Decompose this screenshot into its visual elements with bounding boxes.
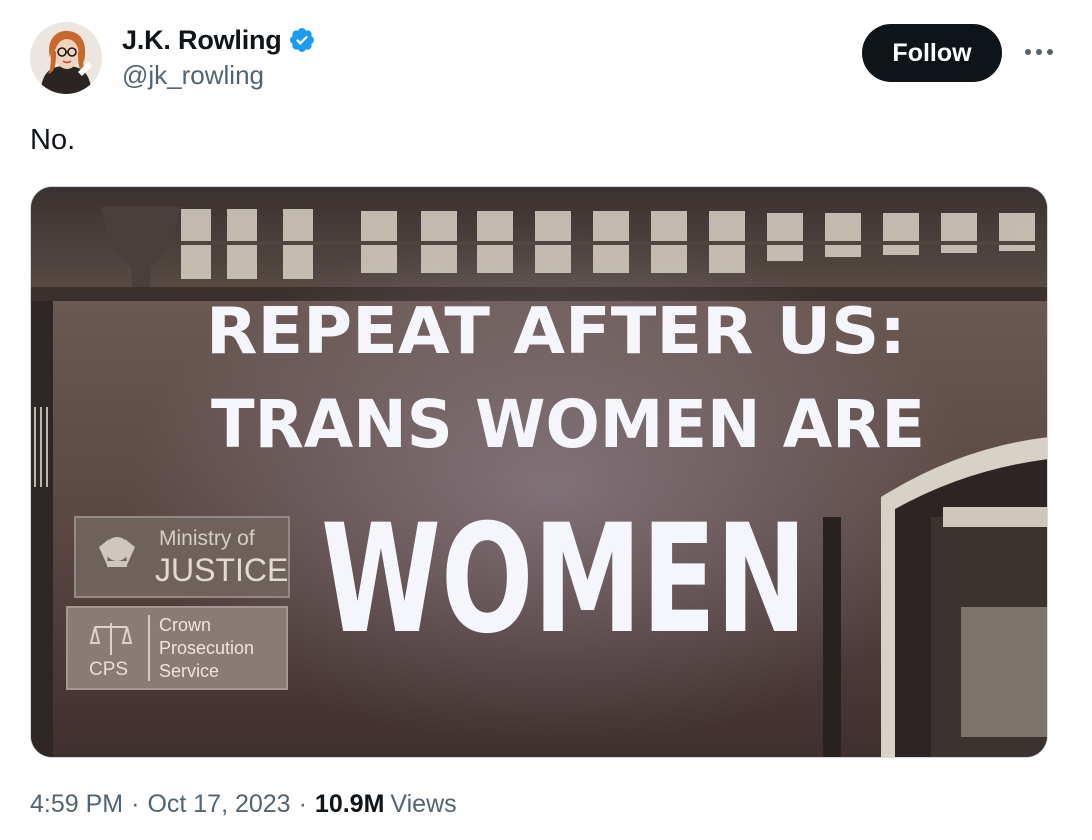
meta-separator-1: ·	[131, 790, 140, 818]
tweet-date[interactable]: Oct 17, 2023	[147, 790, 290, 819]
more-horizontal-icon[interactable]	[1016, 34, 1062, 70]
author-info: J.K. Rowling @jk_rowling	[122, 24, 316, 91]
sign-cps-line1: Crown	[159, 615, 211, 635]
meta-separator-2: ·	[298, 790, 307, 818]
tweet-time[interactable]: 4:59 PM	[30, 790, 123, 819]
author-handle[interactable]: @jk_rowling	[122, 60, 316, 91]
author-name-row: J.K. Rowling	[122, 24, 316, 56]
views-label: Views	[390, 790, 457, 818]
author-display-name[interactable]: J.K. Rowling	[122, 25, 282, 56]
tweet-media-image[interactable]: Ministry of JUSTICE CPS Crown Prosecutio…	[30, 186, 1048, 758]
tweet-text: No.	[30, 124, 76, 156]
tweet-meta: 4:59 PM · Oct 17, 2023 · 10.9M Views	[30, 790, 457, 819]
projection-line-3: WOMEN	[321, 493, 807, 667]
follow-button[interactable]: Follow	[862, 24, 1002, 82]
sign-cps-line2: Prosecution	[159, 638, 254, 658]
sign-cps-line3: Service	[159, 661, 219, 681]
sign-moj-line1: Ministry of	[159, 527, 255, 550]
projection-photo: Ministry of JUSTICE CPS Crown Prosecutio…	[31, 187, 1047, 757]
tweet-header: J.K. Rowling @jk_rowling Follow	[30, 18, 1062, 98]
sign-cps-abbr: CPS	[89, 659, 128, 680]
projection-line-1: REPEAT AFTER US:	[206, 295, 906, 369]
avatar[interactable]	[30, 22, 102, 94]
projection-line-2: TRANS WOMEN ARE	[211, 386, 925, 463]
sign-moj-line2: JUSTICE	[155, 552, 288, 588]
avatar-image	[30, 22, 102, 94]
verified-badge-icon[interactable]	[288, 26, 316, 54]
views-count: 10.9M	[314, 790, 385, 818]
